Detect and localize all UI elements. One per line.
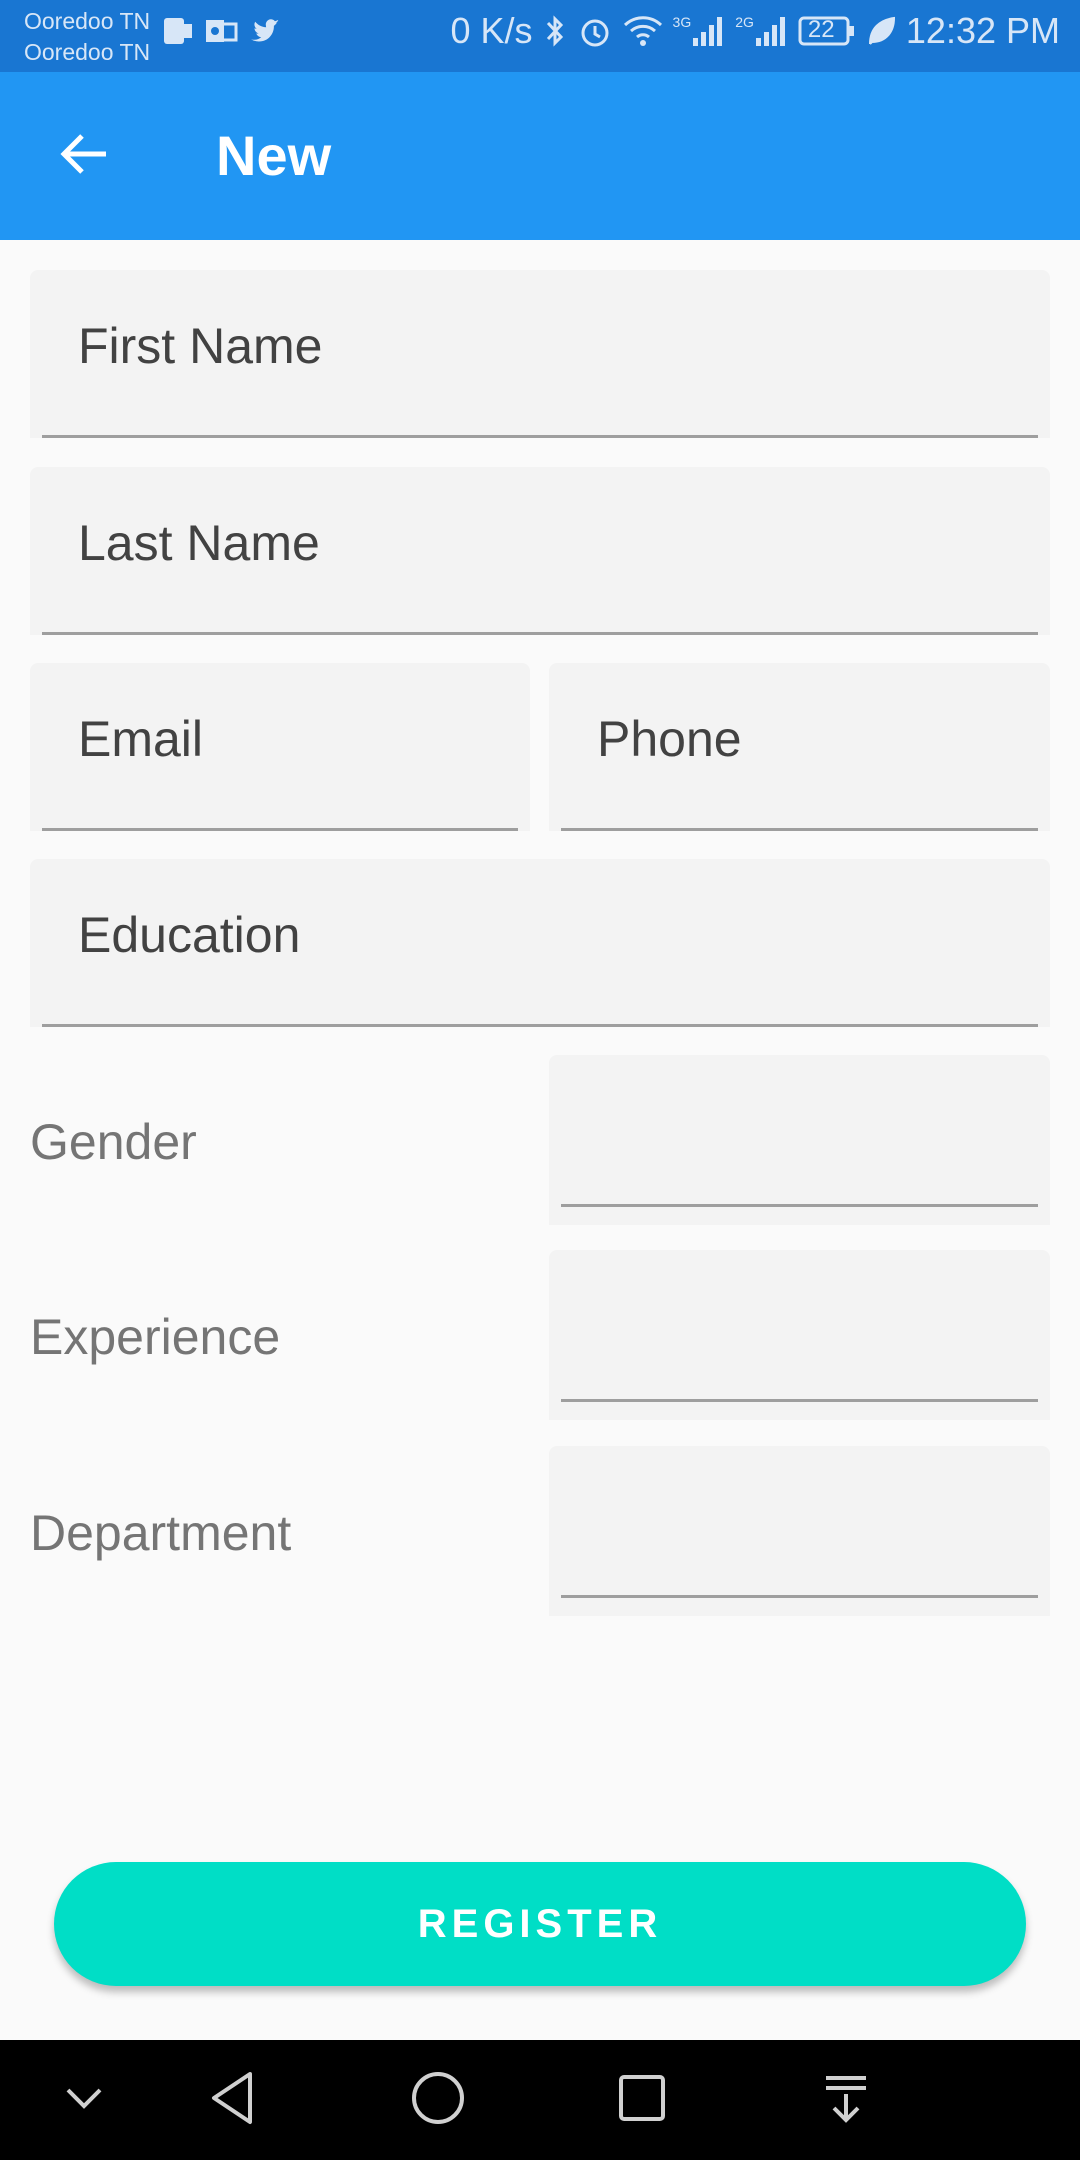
nav-back-button[interactable]	[192, 2058, 276, 2142]
email-field[interactable]: Email	[30, 663, 530, 831]
email-placeholder: Email	[78, 711, 204, 767]
first-name-placeholder: First Name	[78, 318, 323, 374]
twitter-icon	[248, 14, 282, 53]
battery-icon: 22	[798, 14, 856, 48]
back-triangle-icon	[204, 2068, 264, 2133]
leaf-icon	[866, 14, 896, 48]
register-button[interactable]: REGISTER	[54, 1862, 1026, 1986]
notification-icons	[160, 14, 282, 53]
field-underline	[42, 632, 1038, 635]
gender-label: Gender	[30, 1114, 197, 1170]
nav-notification-button[interactable]	[804, 2058, 888, 2142]
last-name-field[interactable]: Last Name	[30, 467, 1050, 635]
net-speed: 0 K/s	[450, 10, 533, 51]
carrier-1: Ooredoo TN	[24, 8, 151, 34]
carrier-labels: Ooredoo TN Ooredoo TN	[24, 6, 150, 68]
nav-home-button[interactable]	[396, 2058, 480, 2142]
bluetooth-icon	[543, 13, 567, 49]
register-button-label: REGISTER	[417, 1901, 663, 1946]
status-right: 0 K/s 3G 2G 22 12:32 PM	[450, 10, 1060, 52]
sim-card-icon	[160, 14, 194, 53]
network-type-1: 3G	[672, 14, 692, 30]
wifi-icon	[623, 13, 663, 49]
nav-collapse-button[interactable]	[42, 2058, 126, 2142]
nav-recents-button[interactable]	[600, 2058, 684, 2142]
home-circle-icon	[408, 2068, 468, 2133]
field-underline	[42, 828, 518, 831]
department-input[interactable]	[549, 1446, 1050, 1616]
last-name-placeholder: Last Name	[78, 515, 320, 571]
education-placeholder: Education	[78, 907, 301, 963]
recents-square-icon	[614, 2070, 670, 2131]
signal-icon-2: 2G	[735, 14, 788, 48]
field-underline	[561, 1399, 1038, 1402]
outlook-icon	[204, 14, 238, 53]
page-title: New	[216, 124, 332, 187]
education-field[interactable]: Education	[30, 859, 1050, 1027]
experience-label: Experience	[30, 1309, 281, 1365]
first-name-field[interactable]: First Name	[30, 270, 1050, 438]
alarm-icon	[577, 13, 613, 49]
arrow-left-icon	[56, 126, 112, 187]
field-underline	[42, 435, 1038, 438]
chevron-down-icon	[62, 2076, 106, 2125]
field-underline	[42, 1024, 1038, 1027]
clock: 12:32 PM	[905, 10, 1060, 51]
back-button[interactable]	[40, 112, 128, 200]
department-label: Department	[30, 1505, 292, 1561]
system-nav-bar	[0, 2040, 1080, 2160]
status-bar: Ooredoo TN Ooredoo TN 0 K/s 3G 2G 22 12:…	[0, 0, 1080, 72]
field-underline	[561, 1595, 1038, 1598]
gender-input[interactable]	[549, 1055, 1050, 1225]
field-underline	[561, 828, 1038, 831]
carrier-2: Ooredoo TN	[24, 39, 151, 65]
phone-field[interactable]: Phone	[549, 663, 1050, 831]
battery-level: 22	[807, 16, 835, 43]
signal-icon-1: 3G	[673, 14, 726, 48]
phone-placeholder: Phone	[597, 711, 742, 767]
network-type-2: 2G	[735, 14, 754, 30]
notification-pull-icon	[818, 2070, 874, 2131]
experience-input[interactable]	[549, 1250, 1050, 1420]
field-underline	[561, 1204, 1038, 1207]
app-bar: New	[0, 72, 1080, 240]
